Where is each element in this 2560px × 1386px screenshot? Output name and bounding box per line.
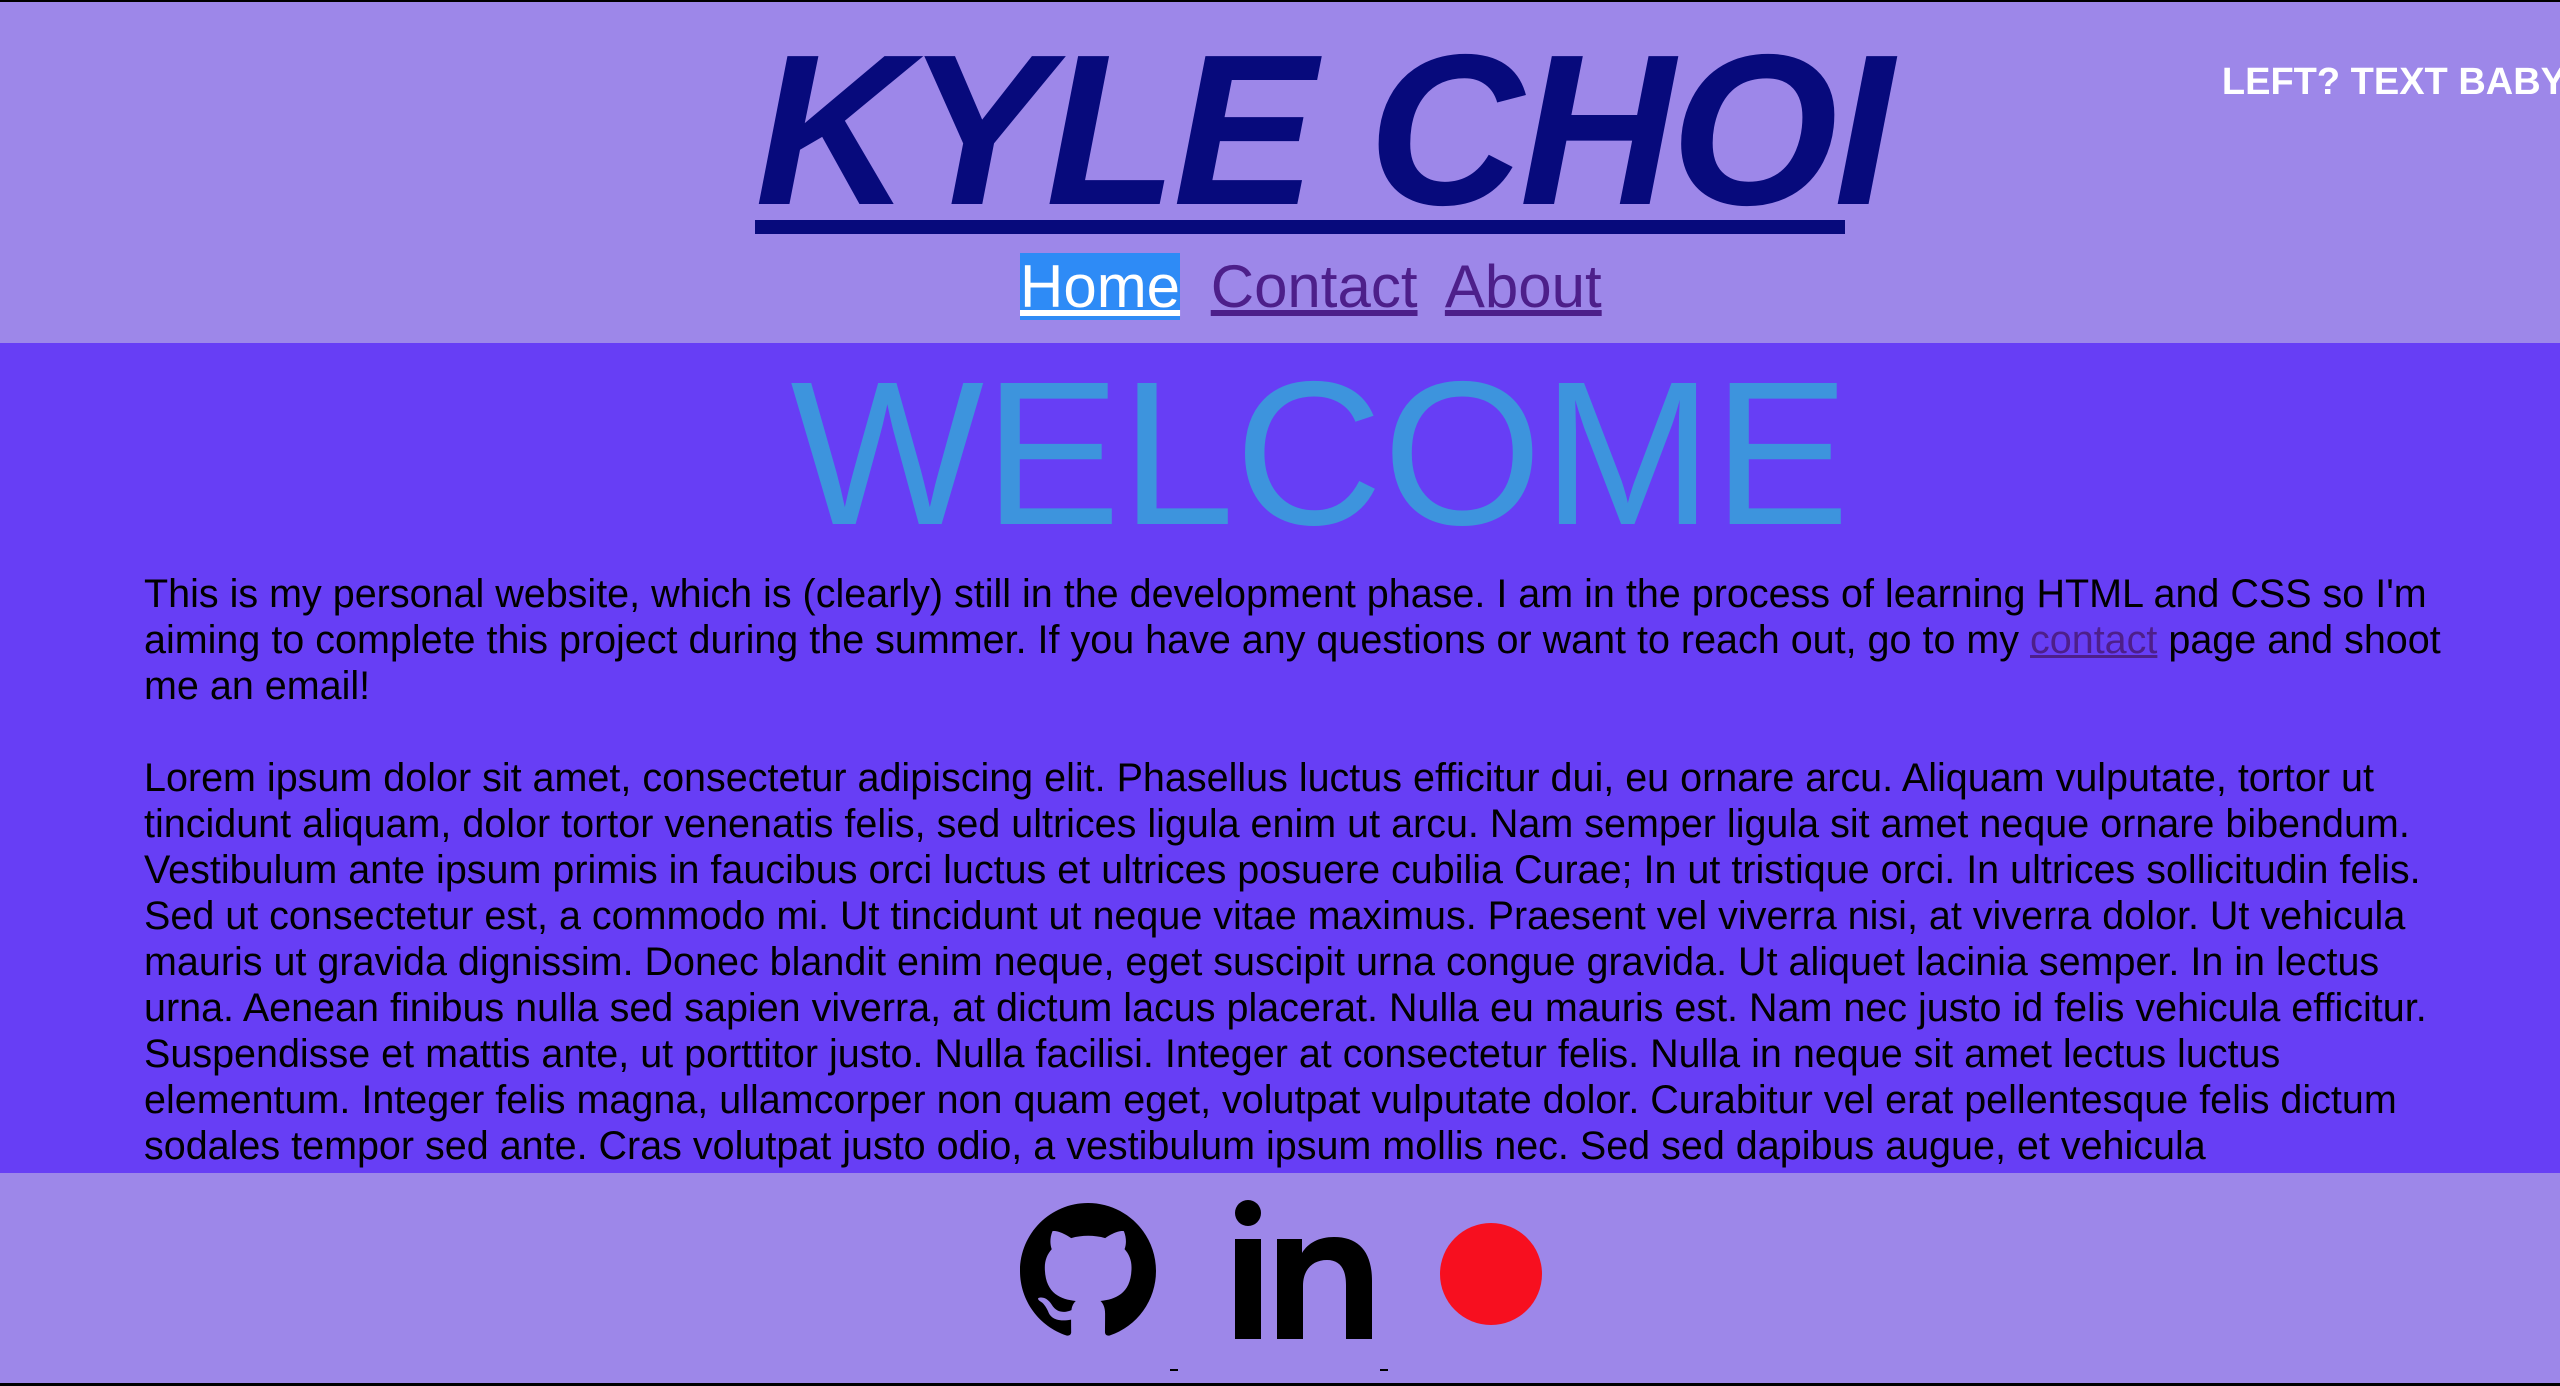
footer-mark-right xyxy=(1380,1369,1388,1371)
linkedin-icon[interactable] xyxy=(1232,1199,1372,1343)
intro-paragraph: This is my personal website, which is (c… xyxy=(144,571,2464,709)
site-footer xyxy=(0,1173,2560,1386)
nav-link-contact[interactable]: Contact xyxy=(1211,253,1418,320)
nav-link-home[interactable]: Home xyxy=(1020,253,1181,320)
main-nav: Home Contact About xyxy=(1020,253,1616,324)
welcome-heading: WELCOME xyxy=(790,343,1850,568)
title-underline xyxy=(755,220,1845,234)
contact-link[interactable]: contact xyxy=(2030,618,2157,662)
page: KYLE CHOI LEFT? TEXT BABY Home Contact A… xyxy=(0,0,2560,1386)
site-title: KYLE CHOI xyxy=(755,9,1894,250)
nav-link-about[interactable]: About xyxy=(1445,253,1602,320)
site-header: KYLE CHOI LEFT? TEXT BABY Home Contact A… xyxy=(0,0,2560,343)
main-content[interactable]: WELCOME This is my personal website, whi… xyxy=(0,343,2560,1173)
footer-mark-left xyxy=(1170,1369,1178,1371)
lorem-paragraph: Lorem ipsum dolor sit amet, consectetur … xyxy=(144,756,2427,1168)
github-icon[interactable] xyxy=(1020,1203,1156,1339)
content-body: This is my personal website, which is (c… xyxy=(144,571,2464,1169)
red-circle-icon[interactable] xyxy=(1440,1223,1542,1325)
side-text: LEFT? TEXT BABY xyxy=(2221,61,2560,103)
